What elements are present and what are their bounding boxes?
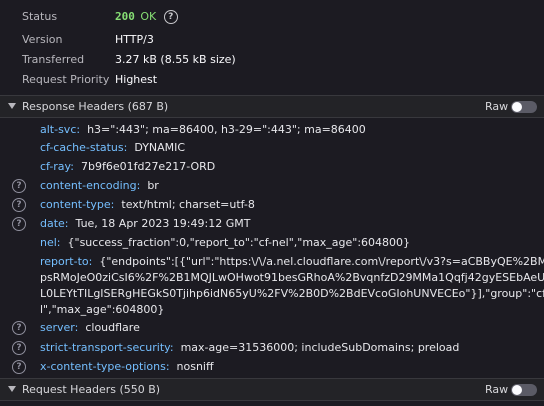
request-headers-title: Request Headers (550 B) [22, 383, 161, 396]
header-value[interactable]: 7b9f6e01fd27e217-ORD [81, 160, 215, 173]
toggle-knob [512, 102, 522, 112]
toggle-knob [512, 385, 522, 395]
header-line: server: cloudflare [40, 319, 140, 336]
response-headers-toggle[interactable]: Response Headers (687 B) Raw [0, 95, 544, 118]
header-line: date: Tue, 18 Apr 2023 19:49:12 GMT [40, 215, 250, 232]
header-line: cf-ray: 7b9f6e01fd27e217-ORD [40, 158, 215, 175]
header-name: cf-cache-status: [40, 141, 128, 154]
header-row: ? strict-transport-security: max-age=3153… [0, 339, 544, 356]
header-line: content-encoding: br [40, 177, 159, 194]
status-code: 200 [115, 10, 135, 23]
help-icon[interactable]: ? [12, 217, 26, 231]
version-value: HTTP/3 [115, 33, 154, 46]
header-line: report-to: {"endpoints":[{"url":"https:\… [40, 253, 544, 270]
header-line: strict-transport-security: max-age=31536… [40, 339, 459, 356]
help-icon[interactable]: ? [12, 179, 26, 193]
header-row: ? date: Tue, 18 Apr 2023 19:49:12 GMT [0, 215, 544, 232]
header-value[interactable]: br [147, 179, 159, 192]
raw-toggle[interactable] [511, 101, 537, 113]
status-label: Status [22, 10, 58, 23]
raw-label: Raw [485, 100, 509, 113]
header-name: x-content-type-options: [40, 360, 170, 373]
transferred-label: Transferred [22, 53, 85, 66]
header-name: alt-svc: [40, 123, 81, 136]
status-text: OK [140, 10, 157, 23]
help-icon[interactable]: ? [12, 198, 26, 212]
header-line: content-type: text/html; charset=utf-8 [40, 196, 255, 213]
help-icon[interactable]: ? [12, 341, 26, 355]
version-label: Version [22, 33, 63, 46]
header-name: server: [40, 321, 79, 334]
help-icon[interactable]: ? [12, 321, 26, 335]
header-row: alt-svc: h3=":443"; ma=86400, h3-29=":44… [0, 121, 544, 138]
request-headers-toggle[interactable]: Request Headers (550 B) Raw [0, 378, 544, 401]
header-row: ? x-content-type-options: nosniff [0, 358, 544, 375]
header-value[interactable]: Tue, 18 Apr 2023 19:49:12 GMT [76, 217, 251, 230]
header-value[interactable]: max-age=31536000; includeSubDomains; pre… [181, 341, 460, 354]
header-row: ? content-type: text/html; charset=utf-8 [0, 196, 544, 213]
header-value[interactable]: DYNAMIC [134, 141, 185, 154]
header-value[interactable]: cloudflare [85, 321, 140, 334]
priority-label: Request Priority [22, 73, 110, 86]
header-name: content-encoding: [40, 179, 141, 192]
header-row: nel: {"success_fraction":0,"report_to":"… [0, 234, 544, 251]
header-value-continuation[interactable]: L0LEYtTILgISERgHEGkS0Tjihp6idN65yU%2FV%2… [40, 286, 544, 302]
headers-panel: Status 200 OK ? Version HTTP/3 Transferr… [0, 0, 544, 406]
header-value[interactable]: text/html; charset=utf-8 [121, 198, 255, 211]
status-value: 200 OK ? [115, 7, 178, 27]
status-help-icon[interactable]: ? [163, 10, 178, 24]
header-name: cf-ray: [40, 160, 74, 173]
raw-toggle[interactable] [511, 384, 537, 396]
header-value[interactable]: h3=":443"; ma=86400, h3-29=":443"; ma=86… [87, 123, 366, 136]
header-value-continuation[interactable]: l","max_age":604800} [40, 302, 164, 318]
header-row: ? server: cloudflare [0, 319, 544, 336]
header-value[interactable]: {"endpoints":[{"url":"https:\/\/a.nel.cl… [99, 255, 544, 268]
header-line: nel: {"success_fraction":0,"report_to":"… [40, 234, 410, 251]
header-row: cf-cache-status: DYNAMIC [0, 139, 544, 156]
header-name: strict-transport-security: [40, 341, 174, 354]
header-line: alt-svc: h3=":443"; ma=86400, h3-29=":44… [40, 121, 366, 138]
header-row: cf-ray: 7b9f6e01fd27e217-ORD [0, 158, 544, 175]
header-name: report-to: [40, 255, 93, 268]
header-name: date: [40, 217, 69, 230]
header-row: report-to: {"endpoints":[{"url":"https:\… [0, 253, 544, 270]
header-row: ? content-encoding: br [0, 177, 544, 194]
header-line: cf-cache-status: DYNAMIC [40, 139, 185, 156]
chevron-down-icon [8, 103, 16, 109]
header-name: content-type: [40, 198, 115, 211]
help-icon[interactable]: ? [12, 360, 26, 374]
priority-value: Highest [115, 73, 158, 86]
raw-label: Raw [485, 383, 509, 396]
header-value-continuation[interactable]: psRMoJeO0ziCsI6%2F%2B1MQJLwOHwot91besGRh… [40, 270, 544, 286]
header-value[interactable]: nosniff [177, 360, 214, 373]
header-name: nel: [40, 236, 61, 249]
header-line: x-content-type-options: nosniff [40, 358, 214, 375]
response-headers-title: Response Headers (687 B) [22, 100, 169, 113]
header-value[interactable]: {"success_fraction":0,"report_to":"cf-ne… [68, 236, 411, 249]
chevron-down-icon [8, 386, 16, 392]
transferred-value: 3.27 kB (8.55 kB size) [115, 53, 236, 66]
